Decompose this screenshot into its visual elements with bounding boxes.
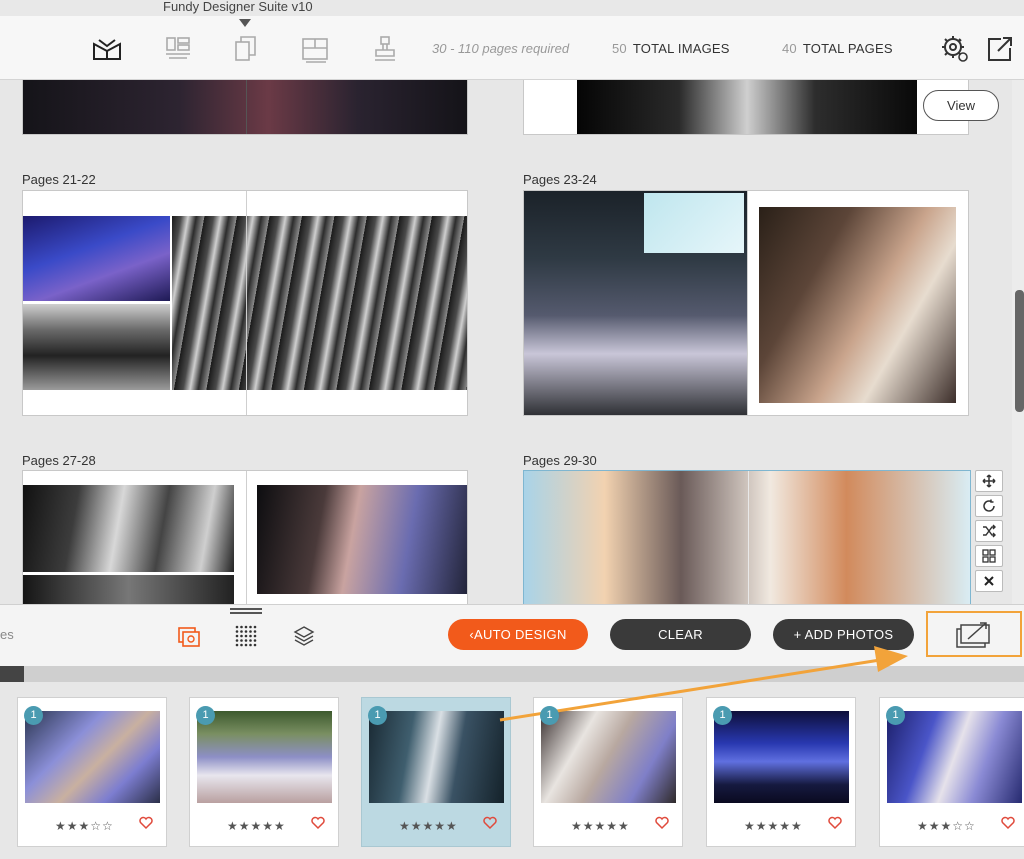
action-bar: es ‹AUTO DESIGN CLEAR + ADD PHOTOS (0, 604, 1024, 666)
heart-icon[interactable] (655, 816, 669, 830)
heart-icon[interactable] (311, 816, 325, 830)
spread-side-tools (975, 470, 1005, 595)
spread-label: Pages 21-22 (22, 172, 96, 187)
active-mode-caret-icon (239, 19, 251, 27)
grid-view-icon[interactable] (233, 623, 259, 649)
rotate-icon[interactable] (975, 495, 1003, 517)
template-icon[interactable] (300, 34, 330, 64)
star-rating[interactable]: ★★★★★ (399, 819, 458, 833)
spread-fold (246, 191, 247, 415)
toolbar: 30 - 110 pages required 50 TOTAL IMAGES 4… (0, 16, 1024, 80)
spreads-area[interactable]: Pages 21-22 Pages 23-24 Pages 27-28 Page… (0, 80, 1012, 604)
spread-photo[interactable] (172, 216, 467, 390)
star-rating[interactable]: ★★★★★ (227, 819, 286, 833)
spread-photo[interactable] (759, 207, 956, 403)
spread-top-left[interactable] (22, 80, 468, 135)
thumbnail[interactable]: 1 ★★★☆☆ (17, 697, 167, 847)
spread-label: Pages 29-30 (523, 453, 597, 468)
pages-icon[interactable] (231, 34, 261, 64)
grid-icon[interactable] (975, 545, 1003, 567)
spread-photo-screen (644, 193, 744, 253)
expand-panel-icon (956, 622, 990, 648)
spread-pages-23-24[interactable] (523, 190, 969, 416)
usage-badge: 1 (196, 706, 215, 725)
export-icon[interactable] (985, 34, 1012, 64)
thumbnail[interactable]: 1 ★★★★★ (533, 697, 683, 847)
add-photos-button[interactable]: + ADD PHOTOS (773, 619, 914, 650)
star-rating[interactable]: ★★★★★ (571, 819, 630, 833)
spread-fold (246, 80, 247, 134)
spread-label: Pages 23-24 (523, 172, 597, 187)
truncated-label: es (0, 627, 14, 642)
thumbnail-photo[interactable] (541, 711, 676, 803)
total-pages-stat: 40 TOTAL PAGES (782, 41, 893, 56)
pages-required-text: 30 - 110 pages required (432, 41, 570, 56)
spread-pages-21-22[interactable] (22, 190, 468, 416)
view-button[interactable]: View (923, 90, 999, 121)
star-rating[interactable]: ★★★☆☆ (55, 819, 114, 833)
spread-photo[interactable] (23, 304, 170, 390)
layout-icon[interactable] (163, 34, 193, 64)
shuffle-icon[interactable] (975, 520, 1003, 542)
thumbnail-photo[interactable] (369, 711, 504, 803)
heart-icon[interactable] (139, 816, 153, 830)
title-bar: Fundy Designer Suite v10 (0, 0, 1024, 16)
spread-photo[interactable] (257, 485, 467, 594)
progress-fill (0, 666, 24, 682)
star-rating[interactable]: ★★★★★ (744, 819, 803, 833)
total-pages-label: TOTAL PAGES (802, 41, 893, 56)
auto-design-label: AUTO DESIGN (474, 627, 567, 642)
total-pages-count: 40 (782, 41, 797, 56)
spread-photo[interactable] (23, 575, 234, 604)
auto-design-button[interactable]: ‹AUTO DESIGN (448, 619, 588, 650)
clear-button[interactable]: CLEAR (610, 619, 751, 650)
thumbnail[interactable]: 1 ★★★★★ (706, 697, 856, 847)
heart-icon[interactable] (1001, 816, 1015, 830)
gear-icon[interactable] (940, 34, 968, 64)
total-images-count: 50 (612, 41, 627, 56)
spread-fold (748, 471, 749, 604)
spread-fold (246, 471, 247, 604)
drag-handle-icon[interactable] (230, 608, 262, 614)
heart-icon[interactable] (483, 816, 497, 830)
usage-badge: 1 (886, 706, 905, 725)
app-title: Fundy Designer Suite v10 (163, 0, 313, 14)
move-icon[interactable] (975, 470, 1003, 492)
spread-label: Pages 27-28 (22, 453, 96, 468)
album-icon[interactable] (92, 34, 122, 64)
app-window: Fundy Designer Suite v10 30 - 110 pages … (0, 0, 1024, 859)
progress-strip (0, 666, 1024, 682)
thumbnail-photo[interactable] (887, 711, 1022, 803)
thumbnail[interactable]: 1 ★★★☆☆ (879, 697, 1024, 847)
stamp-icon[interactable] (370, 34, 400, 64)
thumbnail-selected[interactable]: 1 ★★★★★ (361, 697, 511, 847)
scrollbar-thumb[interactable] (1015, 290, 1024, 412)
usage-badge: 1 (368, 706, 387, 725)
thumbnail-photo[interactable] (714, 711, 849, 803)
thumbnail-photo[interactable] (25, 711, 160, 803)
usage-badge: 1 (24, 706, 43, 725)
spread-fold (747, 191, 748, 415)
heart-icon[interactable] (828, 816, 842, 830)
total-images-stat: 50 TOTAL IMAGES (612, 41, 730, 56)
usage-badge: 1 (540, 706, 559, 725)
thumbnail-photo[interactable] (197, 711, 332, 803)
spread-top-right[interactable] (523, 80, 969, 135)
thumbnail[interactable]: 1 ★★★★★ (189, 697, 339, 847)
filmstrip[interactable]: 1 ★★★☆☆ 1 ★★★★★ 1 ★★★★★ 1 ★★★★★ 1 ★★★★★ (0, 682, 1024, 859)
total-images-label: TOTAL IMAGES (632, 41, 730, 56)
spread-pages-27-28[interactable] (22, 470, 468, 604)
layers-icon[interactable] (291, 623, 317, 649)
photos-view-icon[interactable] (177, 623, 203, 649)
usage-badge: 1 (713, 706, 732, 725)
close-icon[interactable] (975, 570, 1003, 592)
spread-photo[interactable] (577, 80, 917, 134)
spread-photo[interactable] (23, 216, 170, 301)
spread-pages-29-30[interactable] (523, 470, 971, 604)
star-rating[interactable]: ★★★☆☆ (917, 819, 976, 833)
spread-photo[interactable] (23, 485, 234, 572)
expand-panel-button[interactable] (926, 611, 1022, 657)
